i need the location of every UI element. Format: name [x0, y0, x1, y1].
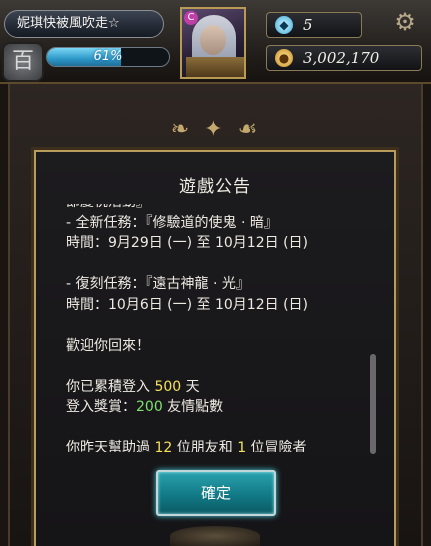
rank-glyph-icon: C — [184, 11, 198, 25]
confirm-button[interactable]: 確定 — [156, 470, 276, 516]
helped-adventurers-value: 1 — [237, 440, 247, 452]
announcement-line: 時間：9月29日 (一) 至 10月12日 (日) — [66, 235, 308, 251]
bottom-ornament-icon — [170, 526, 260, 546]
gem-icon: ◆ — [275, 16, 293, 34]
announcement-text: 節慶祝活動』 - 全新任務：『修驗道的使鬼 · 暗』時間：9月29日 (一) 至… — [66, 204, 361, 452]
ornament-divider-icon: ❧ ✦ ☙ — [170, 117, 262, 142]
leader-portrait[interactable]: C — [180, 7, 246, 79]
portrait-face — [200, 25, 226, 55]
login-reward-line: 登入獎賞：200 友情點數 — [66, 399, 224, 415]
gold-counter[interactable]: ● 3,002,170 — [266, 45, 422, 71]
coin-icon: ● — [275, 49, 293, 67]
announcement-dialog: 遊戲公告 節慶祝活動』 - 全新任務：『修驗道的使鬼 · 暗』時間：9月29日 … — [34, 150, 396, 546]
announcement-line: 時間：10月6日 (一) 至 10月12日 (日) — [66, 296, 308, 313]
helped-line: 你昨天幫助過 12 位朋友和 1 位冒險者 — [66, 438, 361, 452]
gold-value: 3,002,170 — [303, 49, 380, 67]
top-hud: 妮琪快被風吹走☆ 百 61% C ◆ 5 ● 3,002,170 ⚙ — [0, 0, 431, 84]
announcement-line: 節慶祝活動』 — [66, 204, 361, 213]
exp-bar: 61% — [46, 47, 170, 67]
scrollbar-thumb[interactable] — [370, 354, 376, 454]
portrait-armor — [186, 57, 244, 77]
exp-percent: 61% — [93, 49, 123, 64]
gems-counter[interactable]: ◆ 5 — [266, 12, 362, 38]
login-days-line: 你已累積登入 500 天 — [66, 378, 200, 395]
announcement-line: 歡迎你回來！ — [66, 337, 150, 354]
dialog-title: 遊戲公告 — [179, 177, 251, 197]
scrollbar[interactable] — [370, 354, 376, 454]
gear-icon[interactable]: ⚙ — [386, 6, 424, 38]
announcement-scroll-area[interactable]: 節慶祝活動』 - 全新任務：『修驗道的使鬼 · 暗』時間：9月29日 (一) 至… — [66, 204, 371, 452]
rank-badge-icon[interactable]: 百 — [2, 42, 44, 82]
reward-points-value: 200 — [136, 399, 163, 415]
gems-value: 5 — [303, 16, 313, 34]
helped-friends-value: 12 — [154, 440, 173, 452]
announcement-line: - 復刻任務：『遠古神龍 · 光』 — [66, 276, 250, 292]
announcement-lines: 節慶祝活動』 - 全新任務：『修驗道的使鬼 · 暗』時間：9月29日 (一) 至… — [66, 204, 361, 377]
announcement-line: - 全新任務：『修驗道的使鬼 · 暗』 — [66, 214, 278, 231]
player-name[interactable]: 妮琪快被風吹走☆ — [4, 10, 164, 38]
login-days-value: 500 — [154, 378, 182, 395]
